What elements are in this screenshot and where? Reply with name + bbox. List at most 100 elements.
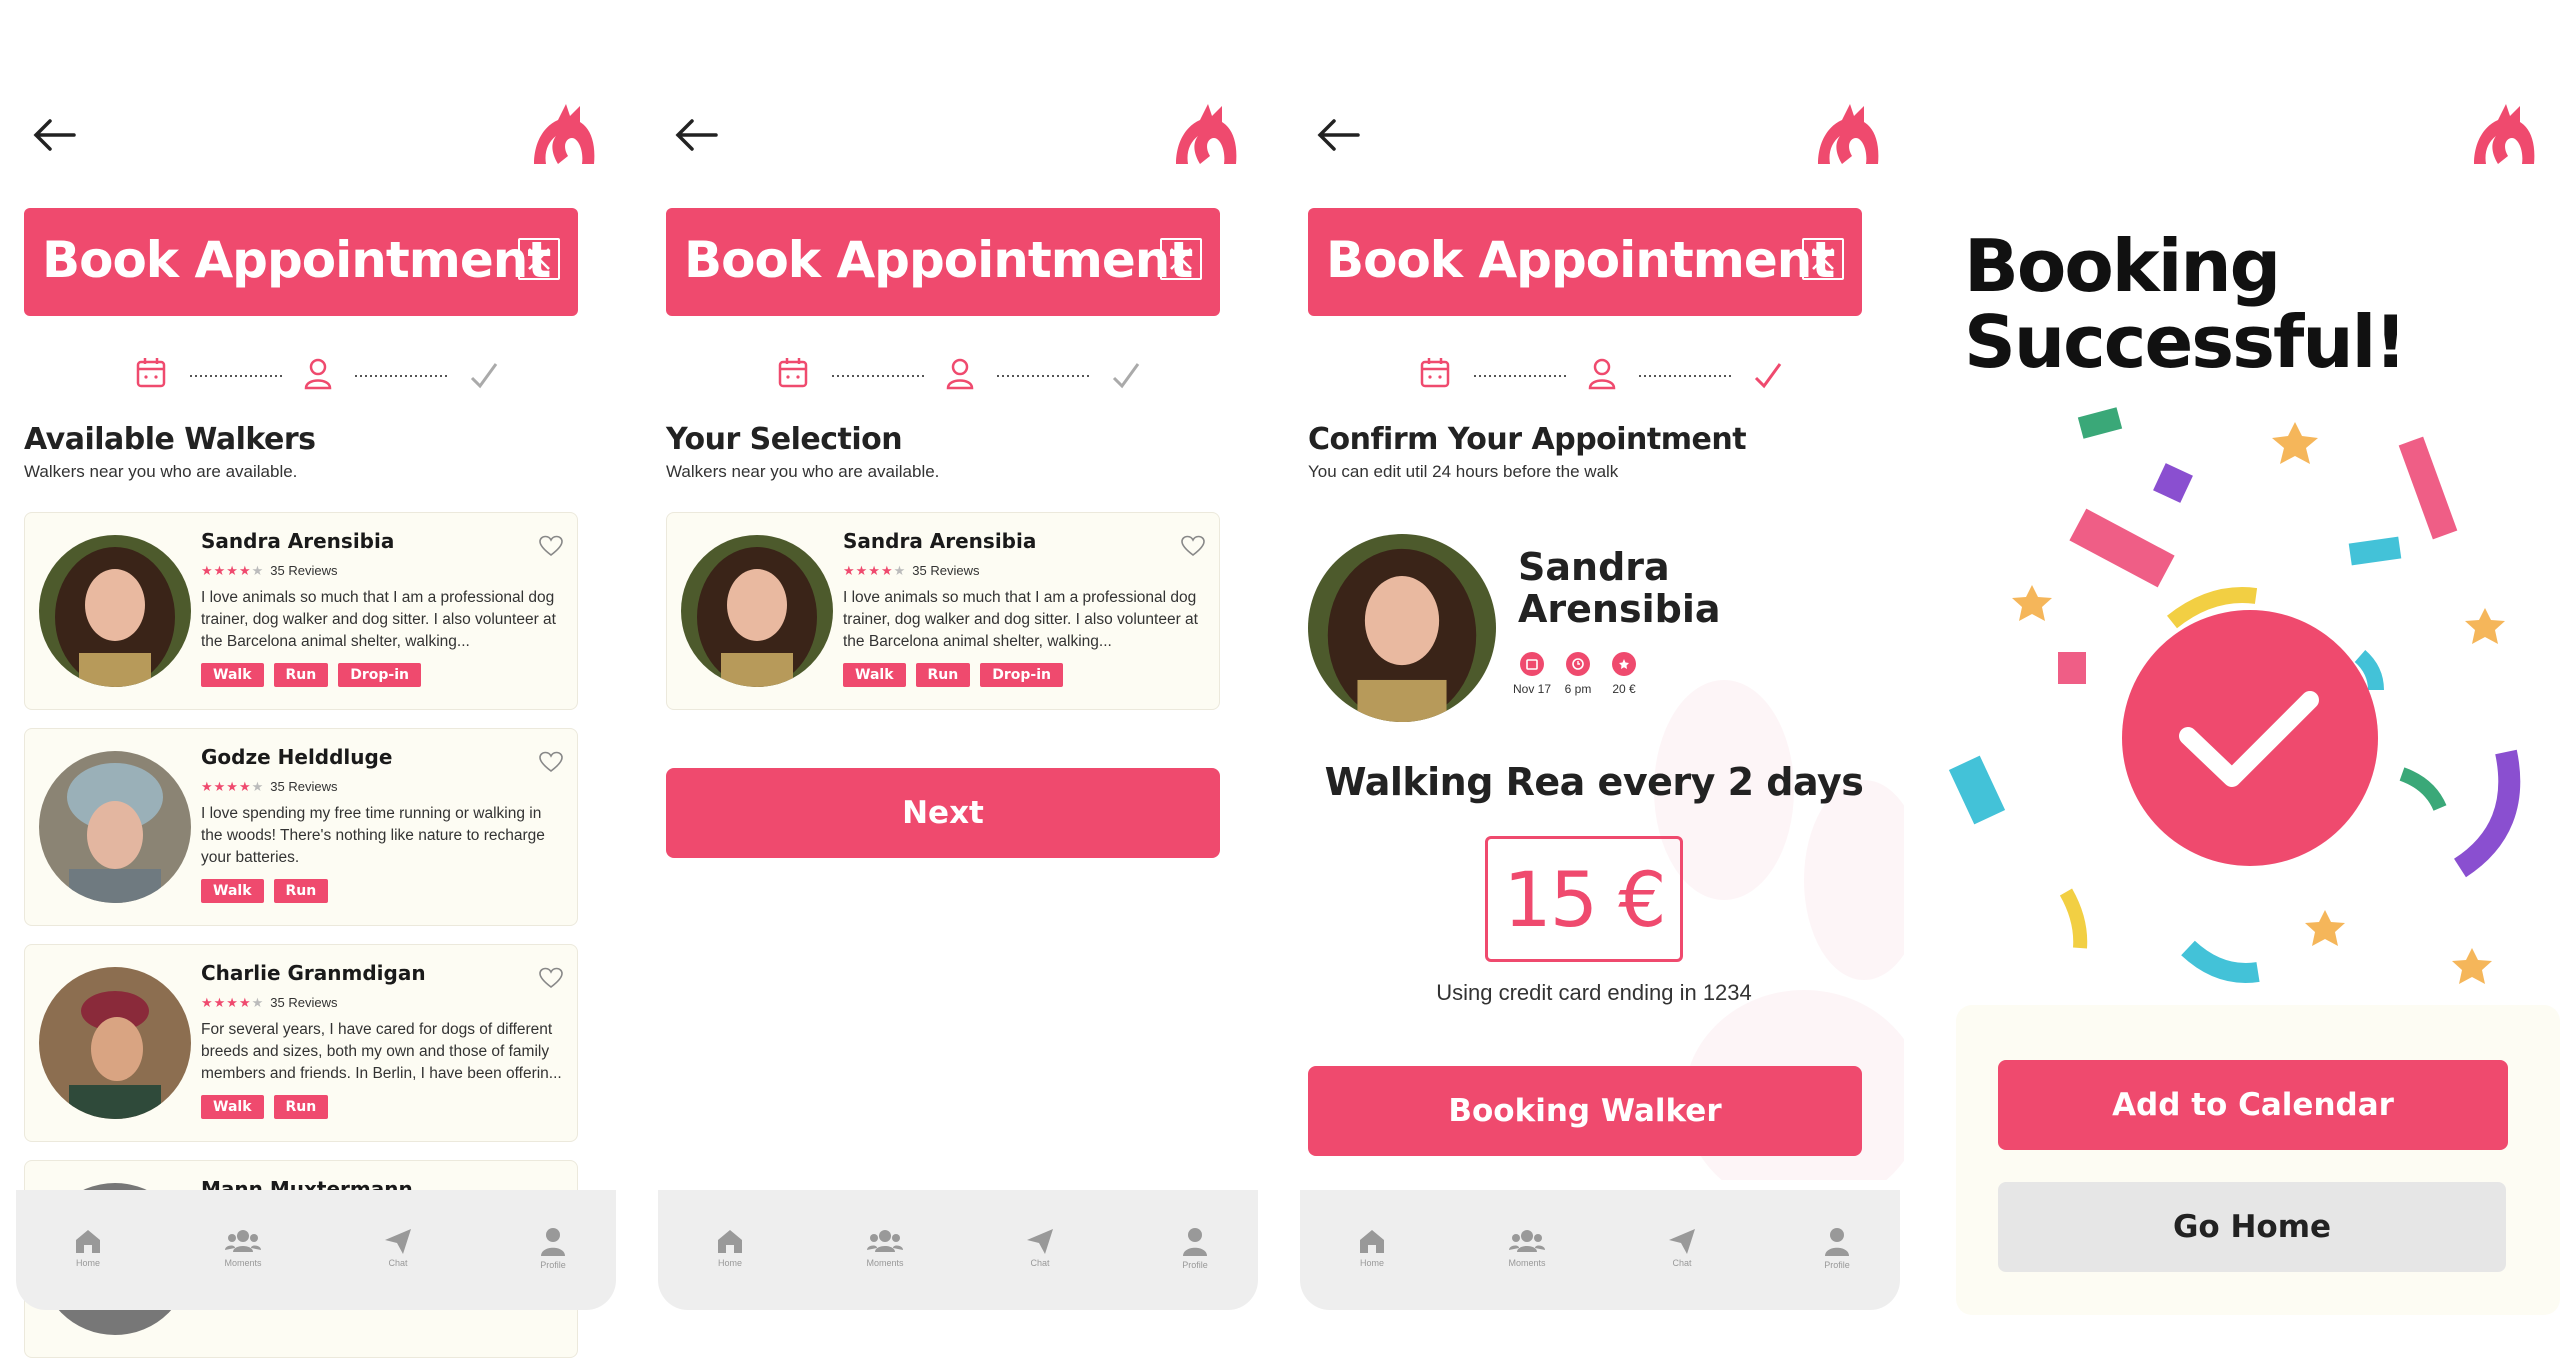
avatar — [681, 535, 833, 687]
nav-moments[interactable]: Moments — [845, 1226, 925, 1268]
tag-drop-in: Drop-in — [980, 663, 1063, 687]
back-arrow-icon[interactable] — [666, 110, 726, 160]
review-count: 35 Reviews — [270, 779, 338, 794]
calendar-icon — [1420, 358, 1450, 388]
avatar — [1308, 534, 1496, 722]
calendar-icon — [778, 358, 808, 388]
avatar — [39, 751, 191, 903]
progress-steps — [136, 358, 498, 390]
walker-card[interactable]: Charlie Granmdigan ★★★★★ 35 Reviews For s… — [24, 944, 578, 1142]
nav-label: Profile — [540, 1260, 566, 1270]
screen-booking-successful: Booking Successful! Add to Calendar Go H… — [1940, 0, 2560, 1322]
walker-bio: I love animals so much that I am a profe… — [843, 589, 1198, 650]
book-appointment-banner: Book Appointment — [24, 208, 578, 316]
close-icon[interactable] — [1802, 238, 1844, 280]
euro-icon — [1619, 659, 1629, 669]
section-title: Your Selection — [666, 422, 903, 457]
nav-chat[interactable]: Chat — [358, 1226, 438, 1268]
group-icon — [867, 1230, 903, 1252]
success-check-circle — [2122, 610, 2378, 866]
next-button[interactable]: Next — [666, 768, 1220, 858]
walker-card[interactable]: Sandra Arensibia ★★★★★ 35 Reviews I love … — [24, 512, 578, 710]
app-logo — [1818, 104, 1879, 164]
heart-icon[interactable] — [539, 967, 563, 989]
bottom-nav: Home Moments Chat Profile — [16, 1190, 616, 1310]
progress-steps — [1420, 358, 1782, 390]
back-arrow-icon[interactable] — [24, 110, 84, 160]
walker-bio: I love spending my free time running or … — [201, 805, 545, 866]
add-to-calendar-button[interactable]: Add to Calendar — [1998, 1060, 2508, 1150]
nav-label: Home — [75, 1258, 100, 1268]
app-logo — [2474, 104, 2535, 164]
nav-home[interactable]: Home — [1332, 1226, 1412, 1268]
nav-label: Moments — [866, 1258, 904, 1268]
walker-card[interactable]: Godze Helddluge ★★★★★ 35 Reviews I love s… — [24, 728, 578, 926]
rating-stars: ★★★★★ 35 Reviews — [843, 563, 980, 578]
nav-label: Moments — [224, 1258, 262, 1268]
close-icon[interactable] — [1160, 238, 1202, 280]
check-icon — [1112, 363, 1140, 389]
meta-label: Nov 17 — [1512, 682, 1552, 696]
section-subtitle: You can edit util 24 hours before the wa… — [1308, 462, 1619, 481]
walker-name: Charlie Granmdigan — [201, 961, 426, 985]
nav-chat[interactable]: Chat — [1642, 1226, 1722, 1268]
screen-confirm-appointment: Book Appointment Confirm Your Appointmen… — [1284, 0, 1904, 1322]
bottom-nav: Home Moments Chat Profile — [1300, 1190, 1900, 1310]
section-subtitle: Walkers near you who are available. — [666, 462, 940, 481]
confetti-illustration — [1948, 407, 2521, 984]
nav-moments[interactable]: Moments — [1487, 1226, 1567, 1268]
avatar — [39, 967, 191, 1119]
go-home-button[interactable]: Go Home — [1998, 1182, 2506, 1272]
meta-date: Nov 17 — [1512, 652, 1552, 696]
review-count: 35 Reviews — [270, 563, 338, 578]
service-tags: Walk Run — [201, 879, 329, 903]
progress-steps — [778, 358, 1140, 390]
review-count: 35 Reviews — [270, 995, 338, 1010]
walker-bio: For several years, I have cared for dogs… — [201, 1021, 562, 1082]
check-icon — [1754, 363, 1782, 389]
section-title: Confirm Your Appointment — [1308, 422, 1747, 457]
nav-home[interactable]: Home — [48, 1226, 128, 1268]
nav-chat[interactable]: Chat — [1000, 1226, 1080, 1268]
home-icon — [76, 1230, 100, 1253]
nav-profile[interactable]: Profile — [513, 1226, 593, 1270]
back-arrow-icon[interactable] — [1308, 110, 1368, 160]
banner-title: Book Appointment — [1326, 231, 1835, 289]
nav-profile[interactable]: Profile — [1155, 1226, 1235, 1270]
app-logo — [534, 104, 595, 164]
tag-run: Run — [273, 879, 329, 903]
profile-icon — [541, 1228, 565, 1256]
tag-drop-in: Drop-in — [338, 663, 421, 687]
group-icon — [1509, 1230, 1545, 1252]
nav-moments[interactable]: Moments — [203, 1226, 283, 1268]
section-title: Available Walkers — [24, 422, 316, 457]
heart-icon[interactable] — [539, 535, 563, 557]
close-icon[interactable] — [518, 238, 560, 280]
tag-run: Run — [915, 663, 971, 687]
screen-available-walkers: Book Appointment Available Walkers Walke… — [0, 0, 620, 1358]
heart-icon[interactable] — [539, 751, 563, 773]
nav-home[interactable]: Home — [690, 1226, 770, 1268]
nav-label: Profile — [1182, 1260, 1208, 1270]
profile-icon — [1825, 1228, 1849, 1256]
check-icon — [470, 363, 498, 389]
app-logo — [1176, 104, 1237, 164]
tag-walk: Walk — [201, 1095, 264, 1119]
heart-icon[interactable] — [1181, 535, 1205, 557]
bottom-nav: Home Moments Chat Profile — [658, 1190, 1258, 1310]
calendar-icon — [1526, 659, 1538, 670]
nav-label: Chat — [388, 1258, 408, 1268]
calendar-icon — [136, 358, 166, 388]
booking-walker-button[interactable]: Booking Walker — [1308, 1066, 1862, 1156]
success-title-line1: Booking — [1964, 224, 2281, 308]
walker-name: Sandra Arensibia — [1518, 545, 1721, 631]
selected-walker-card[interactable]: Sandra Arensibia ★★★★★ 35 Reviews I love … — [666, 512, 1220, 710]
screen-your-selection: Book Appointment Your Selection Walkers … — [642, 0, 1262, 1322]
tag-walk: Walk — [201, 879, 264, 903]
banner-title: Book Appointment — [684, 231, 1193, 289]
meta-time: 6 pm — [1558, 652, 1598, 696]
tag-walk: Walk — [843, 663, 906, 687]
nav-profile[interactable]: Profile — [1797, 1226, 1877, 1270]
book-appointment-banner: Book Appointment — [1308, 208, 1862, 316]
nav-label: Chat — [1030, 1258, 1050, 1268]
